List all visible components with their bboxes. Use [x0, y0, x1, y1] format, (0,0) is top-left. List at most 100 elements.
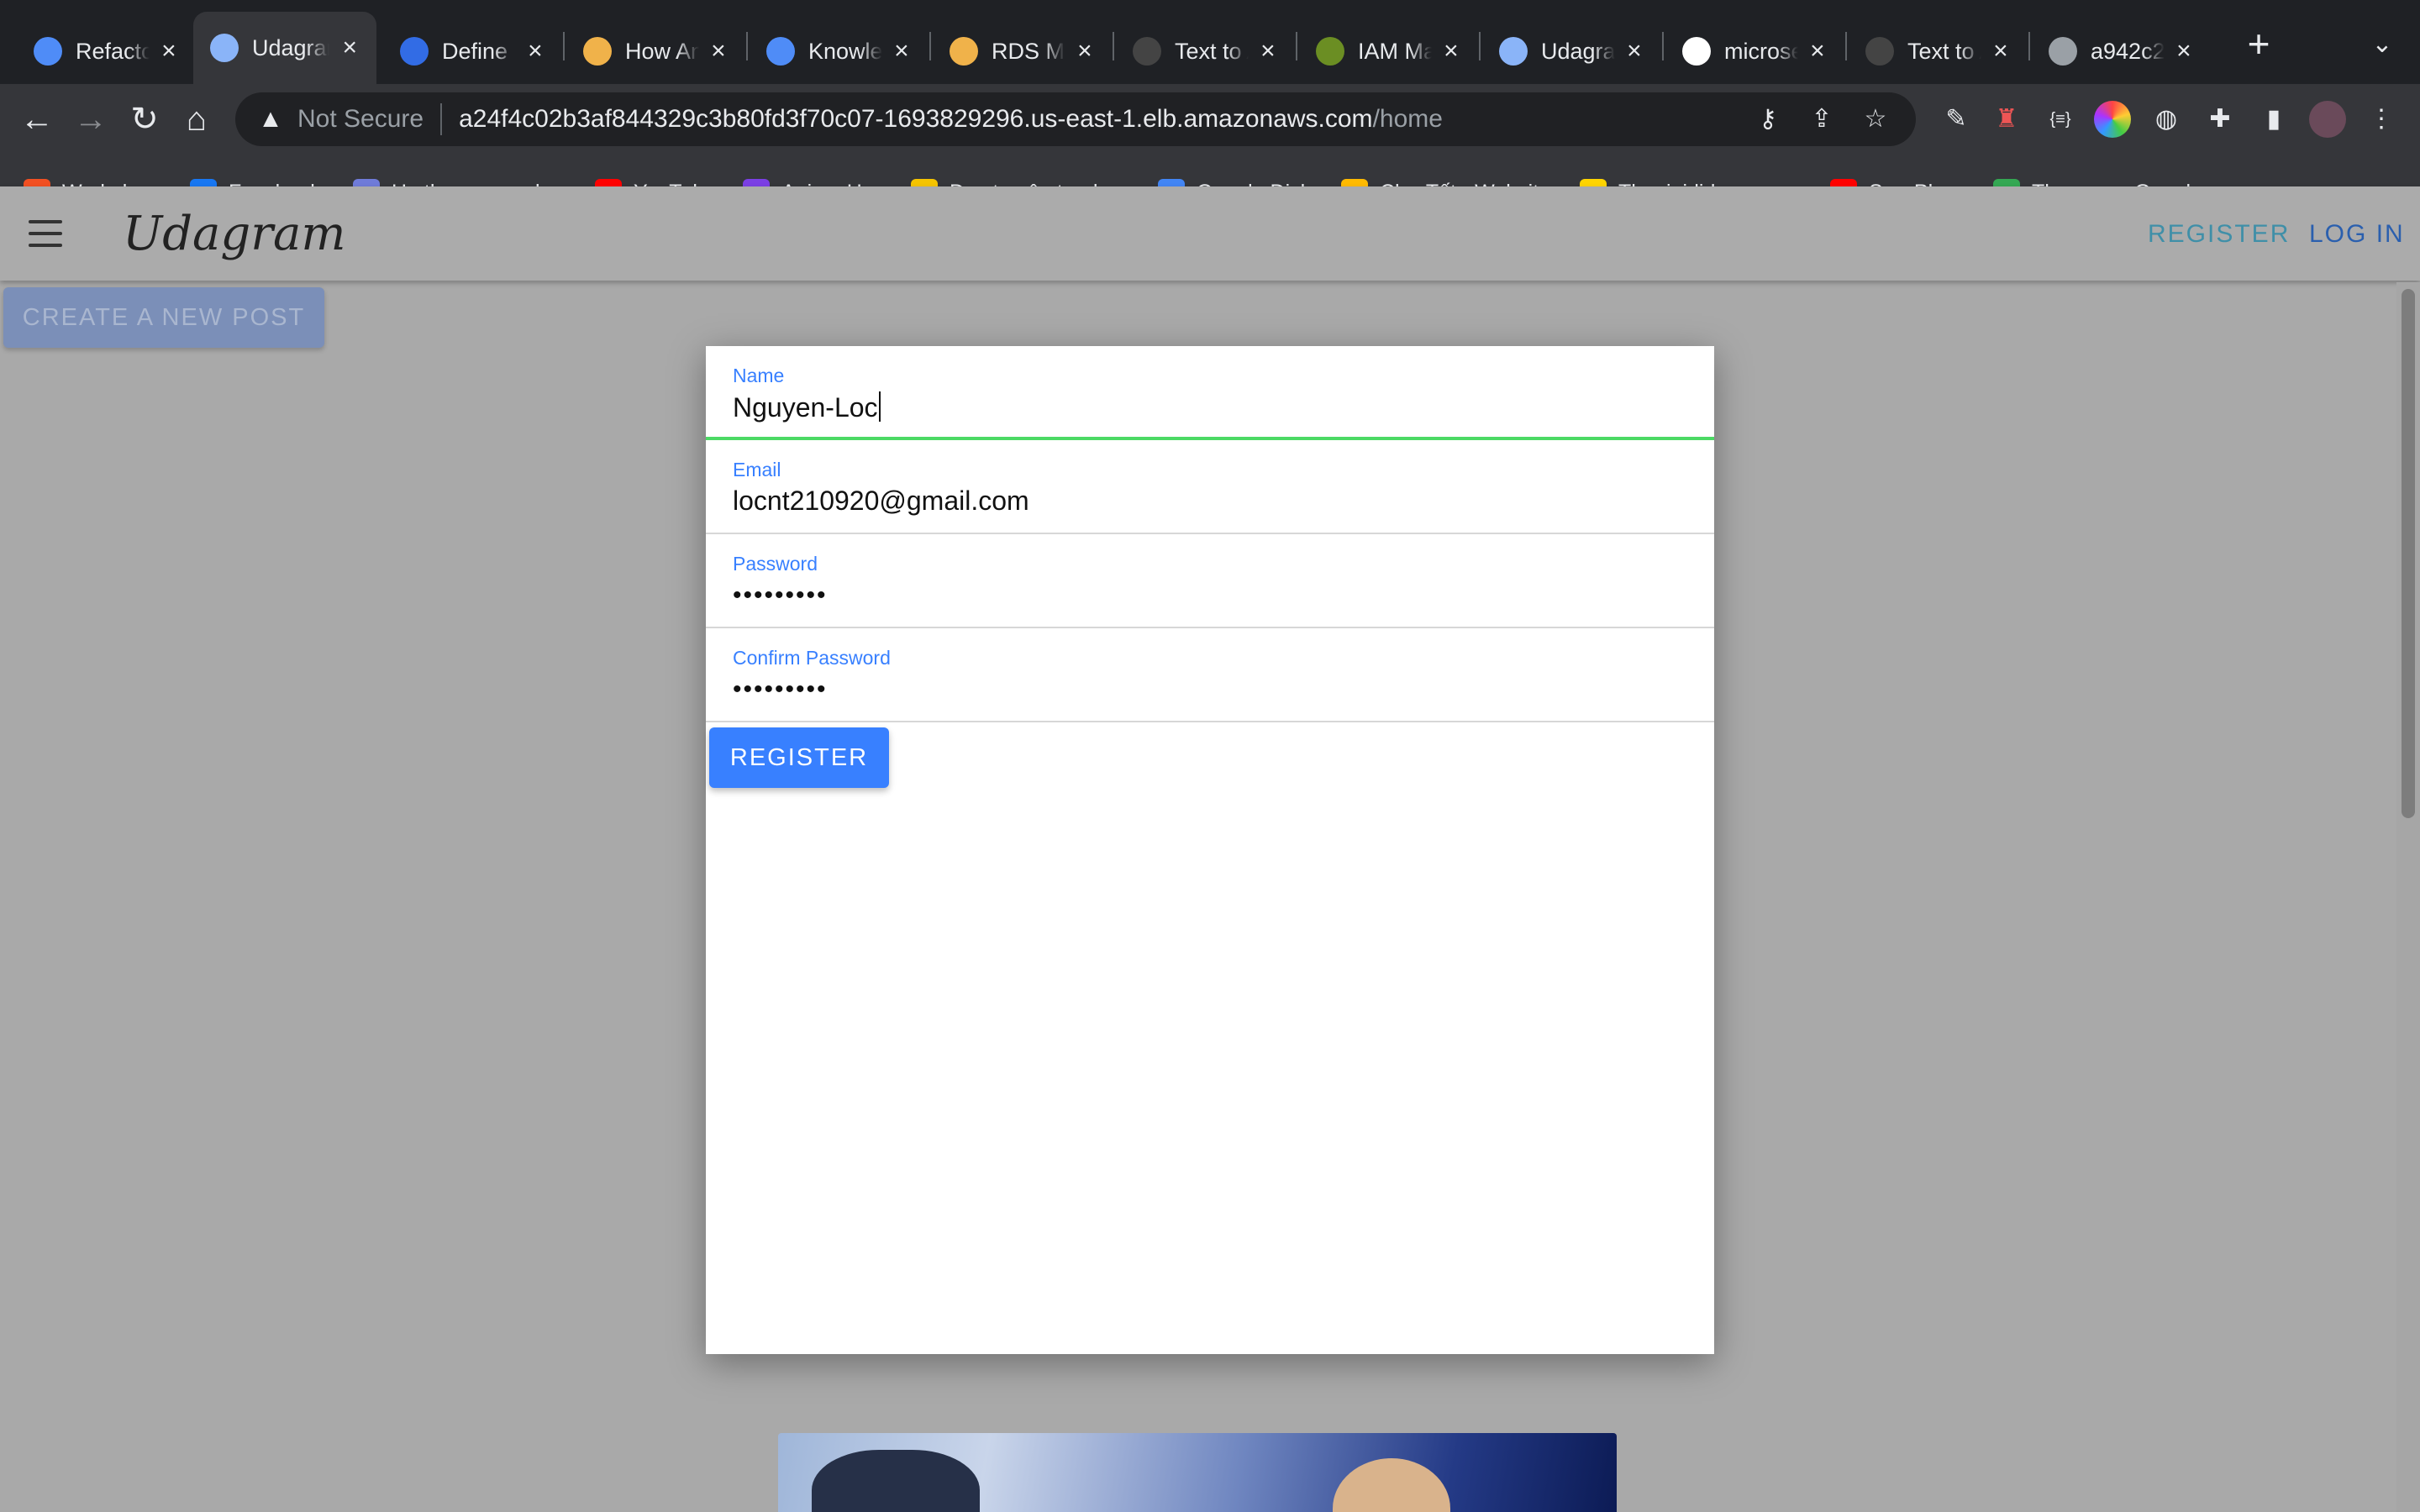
- kubernetes-icon: [400, 37, 429, 66]
- browser-tab[interactable]: RDS Ma ×: [933, 18, 1111, 84]
- chrome-icon: [1499, 37, 1528, 66]
- github-icon: [1682, 37, 1711, 66]
- create-post-button[interactable]: CREATE A NEW POST: [3, 287, 324, 348]
- ascii-art-icon: [1133, 37, 1161, 66]
- close-tab-icon[interactable]: ×: [709, 37, 728, 66]
- tab-title[interactable]: Text to ASCII: [1907, 39, 1981, 65]
- post-image-figure: [812, 1450, 980, 1512]
- tab-strip: Refactor×Udagram×Define Env×How Am×Knowl…: [0, 0, 2420, 84]
- page-content: Udagram REGISTER LOG IN CREATE A NEW POS…: [0, 186, 2420, 1512]
- register-modal: Name Nguyen-Loc Email locnt210920@gmail.…: [706, 346, 1714, 1354]
- confirm-password-input[interactable]: •••••••••: [733, 675, 828, 704]
- tab-title[interactable]: RDS Ma: [992, 39, 1065, 65]
- chrome-icon: [210, 34, 239, 62]
- name-label: Name: [733, 365, 785, 386]
- name-field[interactable]: Name Nguyen-Loc: [706, 346, 1714, 440]
- kebab-menu-icon[interactable]: ⋮: [2363, 101, 2400, 138]
- tab-title[interactable]: Udagram: [1541, 39, 1615, 65]
- email-label: Email: [733, 459, 781, 480]
- tab-separator: [1296, 32, 1297, 60]
- globe-icon: [2049, 37, 2077, 66]
- tab-separator: [746, 32, 748, 60]
- share-icon[interactable]: ⇪: [1807, 104, 1837, 134]
- nav-register-link[interactable]: REGISTER: [2148, 220, 2290, 249]
- home-icon[interactable]: ⌂: [173, 96, 220, 143]
- page-scrollbar[interactable]: [2396, 282, 2420, 1512]
- post-image-figure: [1333, 1458, 1450, 1512]
- close-tab-icon[interactable]: ×: [339, 34, 360, 62]
- close-tab-icon[interactable]: ×: [1076, 37, 1094, 66]
- puzzle-extensions-icon[interactable]: ✚: [2202, 101, 2238, 138]
- browser-tab[interactable]: Knowledge ×: [750, 18, 928, 84]
- address-bar[interactable]: ▲ Not Secure a24f4c02b3af844329c3b80fd3f…: [235, 92, 1916, 146]
- browser-tab[interactable]: How Am ×: [566, 18, 744, 84]
- lighthouse-extension-icon[interactable]: ♜: [1988, 101, 2025, 138]
- warning-triangle-icon[interactable]: ▲: [255, 104, 286, 134]
- security-label[interactable]: Not Secure: [297, 105, 424, 134]
- email-input[interactable]: locnt210920@gmail.com: [733, 486, 1029, 517]
- close-tab-icon[interactable]: ×: [1991, 37, 2010, 66]
- tab-title[interactable]: IAM Man: [1358, 39, 1432, 65]
- app-header: Udagram REGISTER LOG IN: [0, 186, 2420, 281]
- tab-title[interactable]: Refactor: [76, 39, 150, 65]
- key-icon[interactable]: ⚷: [1753, 104, 1783, 134]
- tab-title[interactable]: microse: [1724, 39, 1798, 65]
- name-input-value[interactable]: Nguyen-Loc: [733, 392, 878, 423]
- email-field[interactable]: Email locnt210920@gmail.com: [706, 440, 1714, 534]
- password-input[interactable]: •••••••••: [733, 581, 828, 610]
- back-arrow-icon[interactable]: ←: [13, 96, 60, 143]
- browser-tab[interactable]: Text to ASCII ×: [1116, 18, 1294, 84]
- browser-tab[interactable]: Udagram ×: [193, 12, 376, 84]
- tab-title[interactable]: Knowledge: [808, 39, 882, 65]
- tab-separator: [1662, 32, 1664, 60]
- tab-search-chevron-icon[interactable]: ⌄: [2361, 24, 2403, 66]
- post-image: [778, 1433, 1617, 1512]
- tab-title[interactable]: Udagram: [252, 35, 329, 61]
- browser-tab[interactable]: microse ×: [1665, 18, 1844, 84]
- password-label: Password: [733, 553, 818, 575]
- close-tab-icon[interactable]: ×: [160, 37, 178, 66]
- url-host[interactable]: a24f4c02b3af844329c3b80fd3f70c07-1693829…: [459, 105, 1372, 134]
- confirm-password-label: Confirm Password: [733, 647, 891, 669]
- close-tab-icon[interactable]: ×: [1259, 37, 1277, 66]
- forward-arrow-icon[interactable]: →: [67, 96, 114, 143]
- close-tab-icon[interactable]: ×: [892, 37, 911, 66]
- side-panel-icon[interactable]: ▮: [2255, 101, 2292, 138]
- aws-iam-icon: [1316, 37, 1344, 66]
- new-tab-icon[interactable]: +: [2235, 22, 2282, 69]
- close-tab-icon[interactable]: ×: [1442, 37, 1460, 66]
- aws-box-icon: [950, 37, 978, 66]
- register-submit-button[interactable]: REGISTER: [709, 727, 889, 788]
- password-field[interactable]: Password •••••••••: [706, 534, 1714, 628]
- profile-avatar[interactable]: [2309, 101, 2346, 138]
- tab-title[interactable]: a942c2: [2091, 39, 2165, 65]
- browser-tab[interactable]: Udagram ×: [1482, 18, 1660, 84]
- tab-title[interactable]: How Am: [625, 39, 699, 65]
- json-extension-icon[interactable]: {≡}: [2042, 101, 2079, 138]
- star-bookmark-icon[interactable]: ☆: [1860, 104, 1891, 134]
- reload-icon[interactable]: ↻: [121, 96, 168, 143]
- tab-title[interactable]: Define Env: [442, 39, 516, 65]
- close-tab-icon[interactable]: ×: [2175, 37, 2193, 66]
- browser-tab[interactable]: IAM Man ×: [1299, 18, 1477, 84]
- browser-tab[interactable]: Refactor ×: [17, 18, 195, 84]
- ascii-art-icon: [1865, 37, 1894, 66]
- scrollbar-thumb[interactable]: [2402, 289, 2415, 818]
- close-tab-icon[interactable]: ×: [526, 37, 544, 66]
- color-picker-extension-icon[interactable]: [2094, 101, 2131, 138]
- browser-tab[interactable]: a942c2 ×: [2032, 18, 2210, 84]
- pencil-extension-icon[interactable]: ✎: [1938, 101, 1975, 138]
- close-tab-icon[interactable]: ×: [1625, 37, 1644, 66]
- app-brand[interactable]: Udagram: [123, 207, 346, 261]
- name-input[interactable]: Nguyen-Loc: [733, 391, 881, 423]
- nav-login-link[interactable]: LOG IN: [2309, 220, 2405, 249]
- hamburger-menu-icon[interactable]: [29, 220, 62, 247]
- globe-extension-icon[interactable]: ◍: [2148, 101, 2185, 138]
- tab-title[interactable]: Text to ASCII: [1175, 39, 1249, 65]
- browser-toolbar: ← → ↻ ⌂ ▲ Not Secure a24f4c02b3af844329c…: [0, 84, 2420, 155]
- browser-tab[interactable]: Define Env ×: [383, 18, 561, 84]
- browser-tab[interactable]: Text to ASCII ×: [1849, 18, 2027, 84]
- confirm-password-field[interactable]: Confirm Password •••••••••: [706, 628, 1714, 722]
- close-tab-icon[interactable]: ×: [1808, 37, 1827, 66]
- url-path[interactable]: /home: [1373, 105, 1443, 134]
